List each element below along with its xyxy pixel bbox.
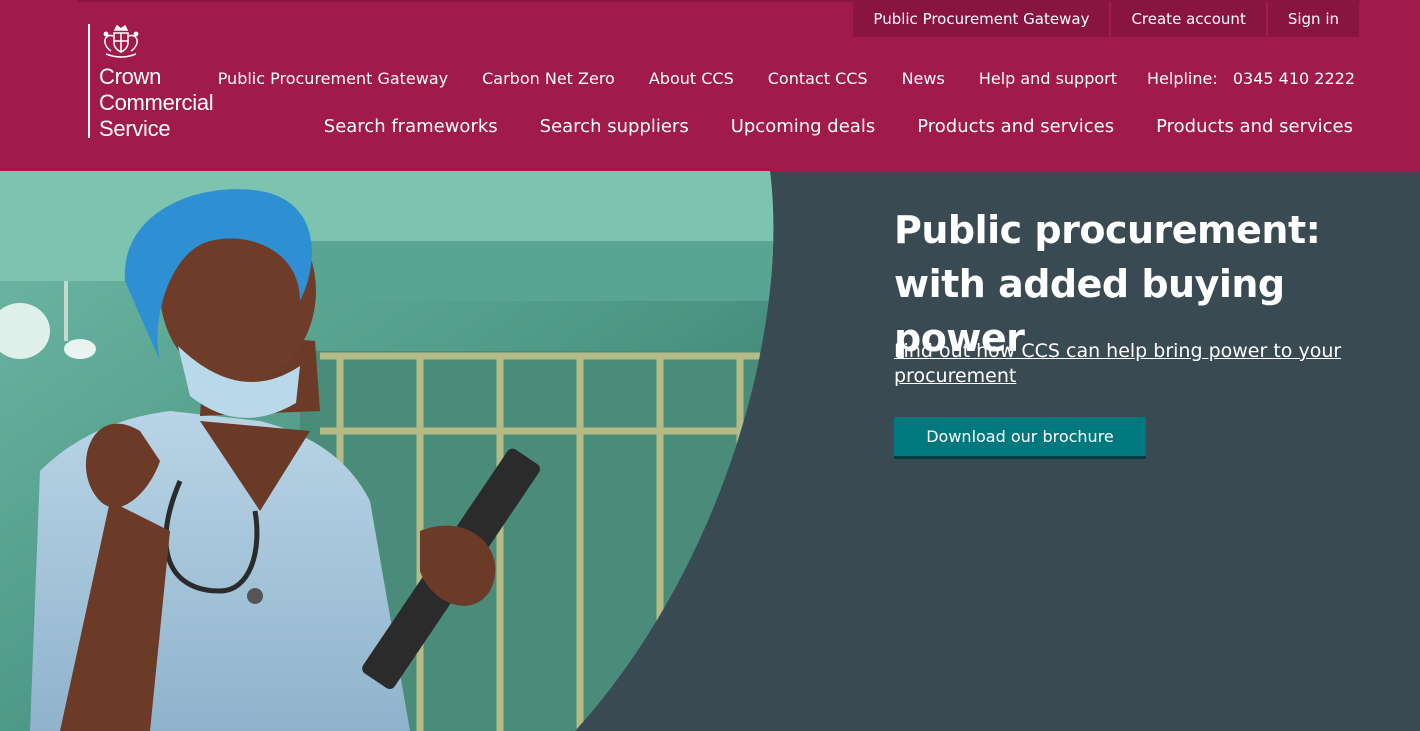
create-account-link[interactable]: Create account <box>1111 2 1266 37</box>
nav-link-help[interactable]: Help and support <box>979 68 1117 90</box>
nurse-photo <box>0 171 774 731</box>
download-brochure-button[interactable]: Download our brochure <box>894 417 1146 459</box>
hero-link[interactable]: Find out how CCS can help bring power to… <box>894 339 1374 389</box>
hero-banner: Public procurement: with added buying po… <box>0 171 1420 731</box>
logo-wordmark: Crown Commercial Service <box>99 64 214 142</box>
nav-search-suppliers[interactable]: Search suppliers <box>540 115 689 139</box>
hero-title-line: Public procurement: <box>894 208 1321 252</box>
nav-products-services[interactable]: Products and services <box>917 115 1114 139</box>
nav-link-news[interactable]: News <box>902 68 945 90</box>
nav-link-carbon-net-zero[interactable]: Carbon Net Zero <box>482 68 615 90</box>
nav-upcoming-deals[interactable]: Upcoming deals <box>731 115 876 139</box>
nav-link-contact[interactable]: Contact CCS <box>768 68 868 90</box>
site-header: Crown Commercial Service Public Procurem… <box>0 0 1420 171</box>
utility-link-ppg[interactable]: Public Procurement Gateway <box>853 2 1110 37</box>
royal-crest-icon <box>103 24 139 58</box>
helpline-label: Helpline: <box>1147 69 1218 88</box>
sign-in-link[interactable]: Sign in <box>1267 2 1359 37</box>
helpline-number[interactable]: 0345 410 2222 <box>1233 69 1355 88</box>
logo-line: Service <box>99 116 171 141</box>
nav-link-about[interactable]: About CCS <box>649 68 734 90</box>
utility-bar: Public Procurement Gateway Create accoun… <box>853 2 1359 37</box>
nav-link-ppg[interactable]: Public Procurement Gateway <box>218 68 448 90</box>
logo-line: Crown <box>99 64 162 89</box>
primary-nav: Public Procurement Gateway Carbon Net Ze… <box>218 68 1355 90</box>
nav-products-services-2[interactable]: Products and services <box>1156 115 1353 139</box>
nav-search-frameworks[interactable]: Search frameworks <box>324 115 498 139</box>
logo-line: Commercial <box>99 90 214 115</box>
helpline: Helpline: 0345 410 2222 <box>1147 68 1355 90</box>
secondary-nav: Search frameworks Search suppliers Upcom… <box>324 115 1353 139</box>
